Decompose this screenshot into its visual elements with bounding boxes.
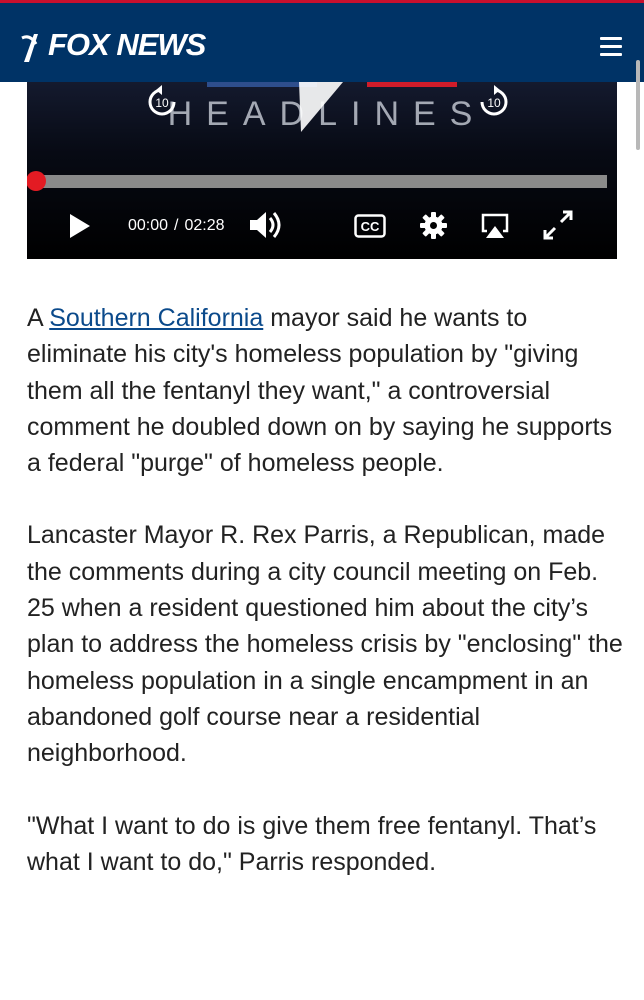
- video-player[interactable]: HEADLINES 10 10 00:00/02:28 CC: [27, 82, 617, 259]
- duration: 02:28: [184, 217, 225, 234]
- closed-captions-button[interactable]: CC: [354, 214, 386, 238]
- time-display: 00:00 / 02:28: [128, 216, 225, 236]
- progress-bar[interactable]: [35, 175, 607, 188]
- progress-handle[interactable]: [27, 171, 46, 191]
- fullscreen-icon: [543, 210, 573, 240]
- airplay-icon: [481, 213, 509, 238]
- page-scrollbar[interactable]: [636, 60, 640, 150]
- fullscreen-button[interactable]: [543, 210, 573, 240]
- closed-captions-icon: CC: [354, 214, 386, 238]
- current-time: 00:00: [128, 217, 169, 234]
- settings-button[interactable]: [420, 212, 447, 239]
- paragraph-text: A: [27, 304, 50, 332]
- play-icon: [70, 214, 90, 238]
- play-icon: [299, 82, 343, 132]
- volume-button[interactable]: [248, 210, 286, 240]
- skip-back-button[interactable]: 10: [144, 84, 180, 120]
- site-header: FOX NEWS: [0, 3, 644, 82]
- article-paragraph-2: Lancaster Mayor R. Rex Parris, a Republi…: [27, 521, 623, 768]
- volume-icon: [250, 212, 281, 238]
- play-button[interactable]: [68, 213, 92, 239]
- big-play-button[interactable]: [297, 82, 345, 134]
- cc-label: CC: [361, 219, 380, 234]
- menu-button[interactable]: [598, 37, 624, 59]
- fox-logo-slash-icon: [21, 33, 38, 62]
- time-separator: /: [174, 217, 179, 234]
- skip-forward-button[interactable]: 10: [476, 84, 512, 120]
- banner-red-strip: [367, 82, 457, 87]
- article-body: A Southern California mayor said he want…: [27, 300, 627, 916]
- skip-forward-icon: 10: [480, 85, 508, 116]
- fox-news-logo[interactable]: FOX NEWS: [20, 25, 206, 65]
- hamburger-icon-bar: [600, 45, 622, 48]
- hamburger-icon-bar: [600, 37, 622, 40]
- article-paragraph-1: A Southern California mayor said he want…: [27, 300, 627, 481]
- hamburger-icon-bar: [600, 53, 622, 56]
- airplay-button[interactable]: [480, 212, 510, 240]
- logo-text: FOX NEWS: [48, 27, 206, 62]
- skip-back-icon: 10: [148, 85, 176, 116]
- skip-forward-seconds: 10: [487, 96, 501, 110]
- settings-gear-icon: [420, 212, 447, 239]
- southern-california-link[interactable]: Southern California: [49, 304, 263, 332]
- skip-back-seconds: 10: [155, 96, 169, 110]
- article-paragraph-3: "What I want to do is give them free fen…: [27, 811, 597, 876]
